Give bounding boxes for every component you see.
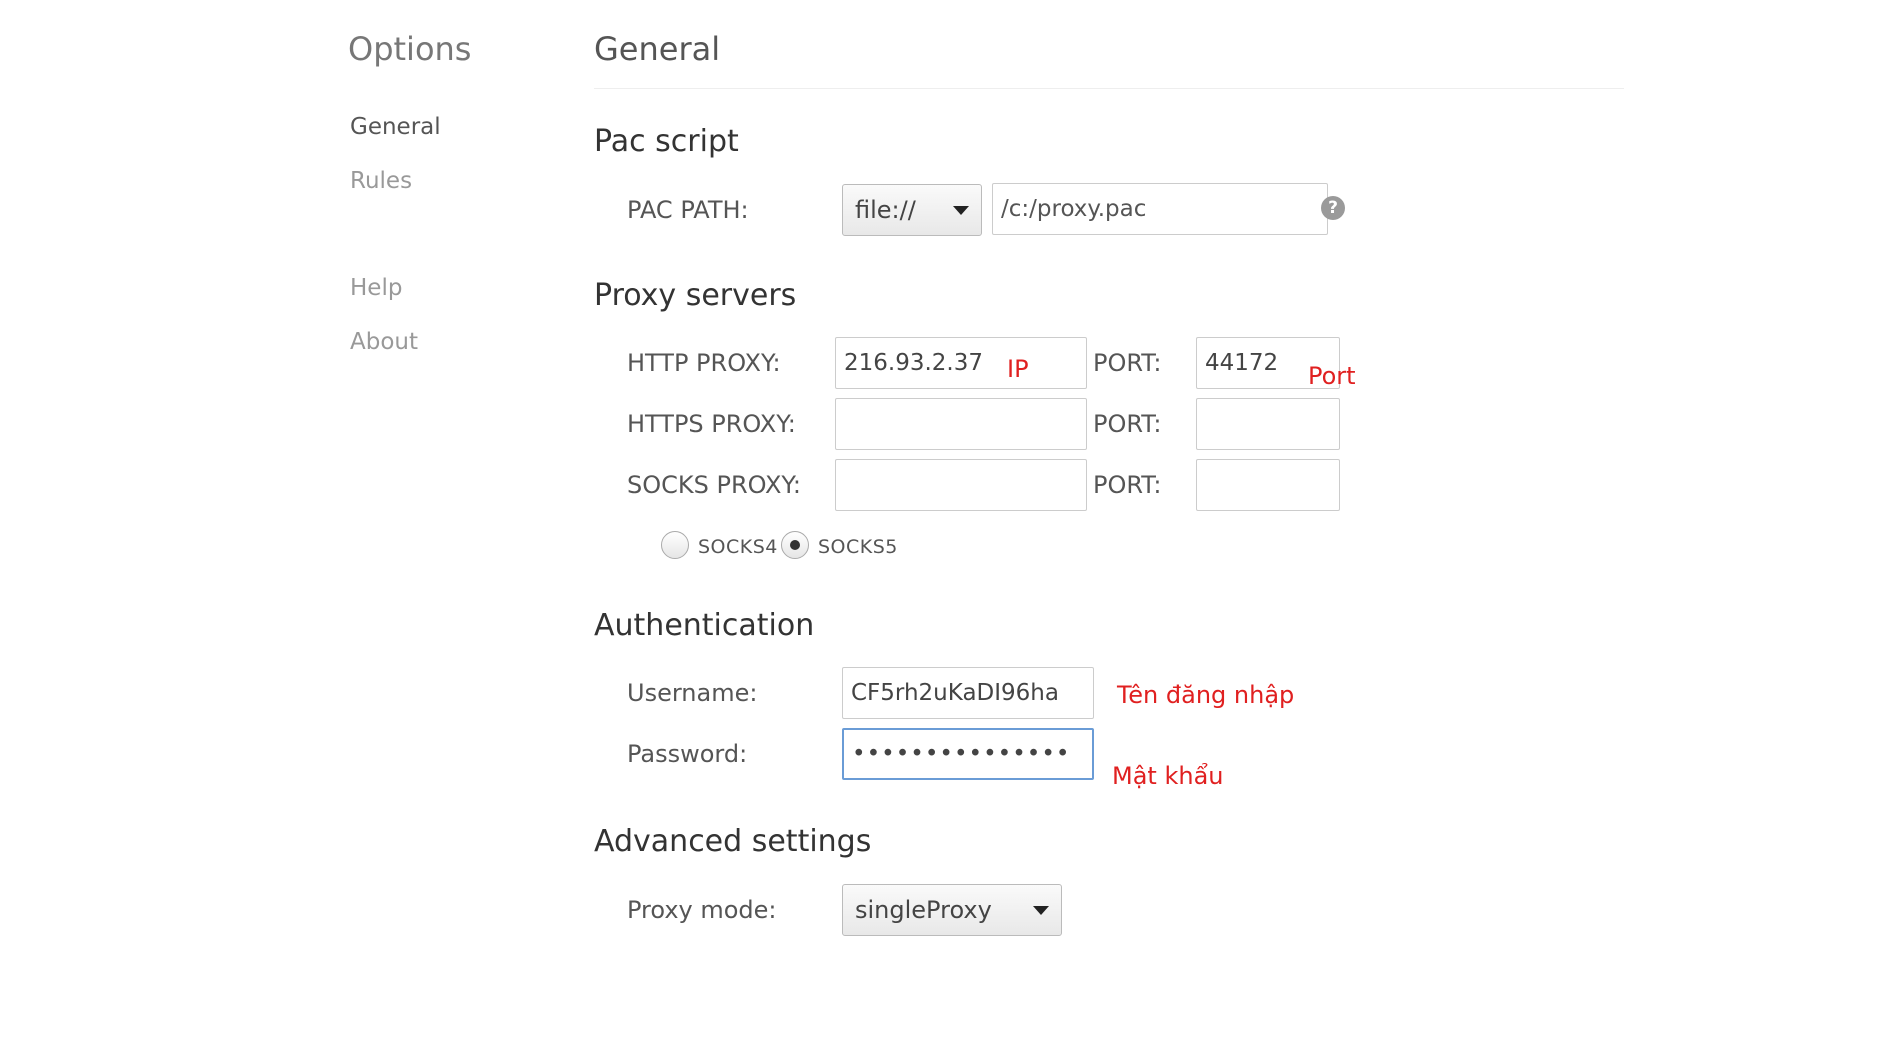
password-label: Password: <box>627 740 748 768</box>
username-input[interactable] <box>842 667 1094 719</box>
header-divider <box>594 88 1624 89</box>
options-page: Options General Rules Help About General… <box>0 0 1896 1050</box>
pac-protocol-select[interactable]: file:// <box>842 184 982 236</box>
https-port-input[interactable] <box>1196 398 1340 450</box>
proxy-mode-value: singleProxy <box>855 896 992 924</box>
chevron-down-icon <box>953 206 969 215</box>
sidebar-title: Options <box>348 30 472 68</box>
https-port-label: PORT: <box>1093 410 1162 438</box>
section-proxy-servers: Proxy servers <box>594 278 797 313</box>
annotation-password: Mật khẩu <box>1112 762 1224 790</box>
socks-port-label: PORT: <box>1093 471 1162 499</box>
section-advanced-settings: Advanced settings <box>594 824 872 859</box>
pac-protocol-value: file:// <box>855 196 916 224</box>
page-title: General <box>594 30 721 68</box>
username-label: Username: <box>627 679 758 707</box>
socks4-radio[interactable] <box>661 531 689 559</box>
password-input[interactable] <box>842 728 1094 780</box>
socks4-label: SOCKS4 <box>698 536 778 558</box>
https-proxy-input[interactable] <box>835 398 1087 450</box>
sidebar-item-rules[interactable]: Rules <box>350 168 412 194</box>
socks5-radio[interactable] <box>781 531 809 559</box>
https-proxy-label: HTTPS PROXY: <box>627 410 796 438</box>
http-proxy-input[interactable] <box>835 337 1087 389</box>
radio-selected-dot <box>790 540 800 550</box>
help-icon[interactable]: ? <box>1321 196 1345 220</box>
sidebar-item-general[interactable]: General <box>350 114 441 140</box>
section-pac-script: Pac script <box>594 124 739 159</box>
chevron-down-icon <box>1033 906 1049 915</box>
proxy-mode-label: Proxy mode: <box>627 896 777 924</box>
annotation-ip: IP <box>1007 355 1029 383</box>
annotation-port: Port <box>1308 362 1356 390</box>
annotation-username: Tên đăng nhập <box>1117 681 1295 709</box>
http-proxy-label: HTTP PROXY: <box>627 349 781 377</box>
socks-proxy-label: SOCKS PROXY: <box>627 471 801 499</box>
pac-path-label: PAC PATH: <box>627 196 749 224</box>
section-authentication: Authentication <box>594 608 815 643</box>
proxy-mode-select[interactable]: singleProxy <box>842 884 1062 936</box>
sidebar-item-help[interactable]: Help <box>350 275 402 301</box>
http-port-label: PORT: <box>1093 349 1162 377</box>
socks-port-input[interactable] <box>1196 459 1340 511</box>
socks5-label: SOCKS5 <box>818 536 898 558</box>
socks-proxy-input[interactable] <box>835 459 1087 511</box>
sidebar-item-about[interactable]: About <box>350 329 418 355</box>
pac-path-input[interactable] <box>992 183 1328 235</box>
